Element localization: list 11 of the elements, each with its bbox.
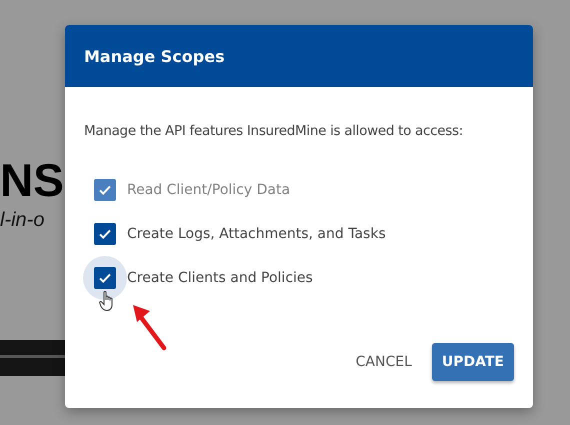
dialog-title: Manage Scopes xyxy=(84,46,225,66)
checkbox-label[interactable]: Create Logs, Attachments, and Tasks xyxy=(127,226,386,242)
hand-cursor-icon xyxy=(99,290,115,312)
dialog-description: Manage the API features InsuredMine is allowed to access: xyxy=(84,123,464,139)
checkbox-label[interactable]: Create Clients and Policies xyxy=(127,270,313,286)
checkbox[interactable] xyxy=(94,267,116,289)
update-button[interactable]: UPDATE xyxy=(432,343,514,381)
checkbox[interactable] xyxy=(94,223,116,245)
cancel-button[interactable]: CANCEL xyxy=(350,344,418,380)
page-tagline: l-in-o xyxy=(0,209,44,232)
page-heading: NS xyxy=(0,155,64,205)
